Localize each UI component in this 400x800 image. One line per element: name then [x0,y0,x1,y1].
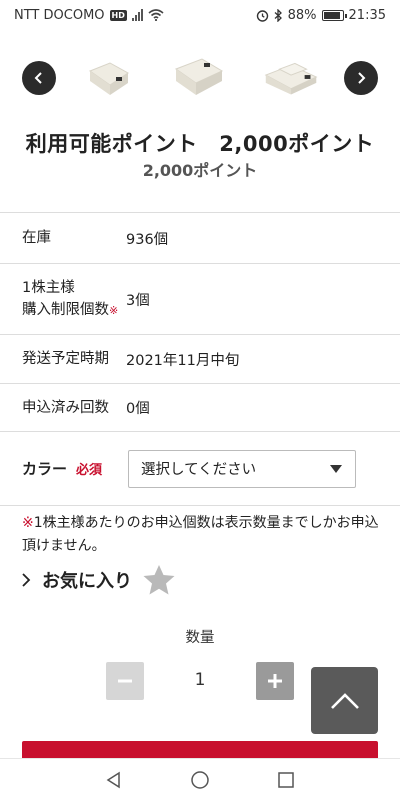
recents-square-icon [278,771,294,788]
required-badge: 必須 [76,463,103,478]
info-value: 936個 [126,231,169,248]
battery-icon [321,9,347,21]
info-row-applied-count: 申込済み回数 0個 [0,383,400,432]
product-thumbnail[interactable] [164,46,232,108]
status-right: 88% 21:35 [256,8,386,23]
note-mark: ※ [109,303,119,317]
hd-badge: HD [109,9,127,21]
system-nav-bar [0,758,400,800]
quantity-decrease-button[interactable] [106,662,144,700]
info-value: 3個 [126,292,150,309]
quantity-value: 1 [194,670,206,690]
note-mark: ※ [22,515,34,531]
info-label: 在庫 [22,230,51,246]
clock: 21:35 [348,7,386,23]
signal-icon [131,9,143,21]
chevron-right-icon [358,72,366,84]
product-thumbnail[interactable] [258,46,326,108]
available-points-title: 利用可能ポイント 2,000ポイント [25,132,375,156]
caret-down-icon [330,464,342,473]
nav-recents-button[interactable] [243,759,329,800]
info-row-stock: 在庫 936個 [0,212,400,263]
bluetooth-icon [274,8,282,22]
points-price: 2,000ポイント [142,161,258,180]
battery-percent: 88% [287,7,317,23]
info-label-line2: 購入制限個数※ [22,299,126,322]
home-circle-icon [191,770,209,789]
chevron-up-icon [330,692,359,709]
carrier-name: NTT DOCOMO [14,7,105,23]
product-info-table: 在庫 936個 1株主様 購入制限個数※ 3個 発送予定時期 2021年11月中… [0,212,400,432]
favorite-label: お気に入り [42,571,132,592]
chevron-right-icon [22,573,31,587]
product-carousel [0,44,400,112]
quantity-increase-button[interactable] [256,662,294,700]
color-select-value: 選択してください [141,462,257,478]
info-label-line1: 1株主様 [22,279,75,296]
minus-icon [118,679,132,683]
nav-home-button[interactable] [157,759,243,800]
favorite-toggle[interactable]: お気に入り [20,563,176,597]
color-label: カラー [22,460,68,478]
info-label: 発送予定時期 [22,351,109,367]
info-label-text: 購入制限個数 [22,301,109,318]
carousel-next-button[interactable] [344,61,378,95]
alarm-icon [256,9,268,22]
color-selector-row: カラー 必須 選択してください [0,432,400,506]
info-value: 2021年11月中旬 [126,352,240,369]
status-bar: NTT DOCOMO HD 88% 21:35 [0,0,400,30]
color-select[interactable]: 選択してください [128,449,356,488]
wifi-icon [148,9,164,21]
info-row-shipping: 発送予定時期 2021年11月中旬 [0,334,400,383]
nav-back-button[interactable] [71,759,157,800]
notice-text: 1株主様あたりのお申込個数は表示数量までしかお申込頂けません。 [22,515,379,554]
star-icon[interactable] [142,563,176,597]
info-label: 1株主様 購入制限個数※ [0,277,126,322]
product-thumbnail[interactable] [74,46,142,108]
info-row-purchase-limit: 1株主様 購入制限個数※ 3個 [0,263,400,334]
info-value: 0個 [126,401,150,417]
carousel-prev-button[interactable] [22,61,56,95]
info-label: 申込済み回数 [22,399,109,416]
back-to-top-button[interactable] [311,667,378,734]
status-left: NTT DOCOMO HD [14,8,164,23]
purchase-limit-notice: ※1株主様あたりのお申込個数は表示数量までしかお申込頂けません。 [22,512,382,558]
quantity-label: 数量 [185,630,215,646]
back-triangle-icon [106,771,120,788]
plus-icon [268,674,282,688]
chevron-left-icon [34,72,42,84]
